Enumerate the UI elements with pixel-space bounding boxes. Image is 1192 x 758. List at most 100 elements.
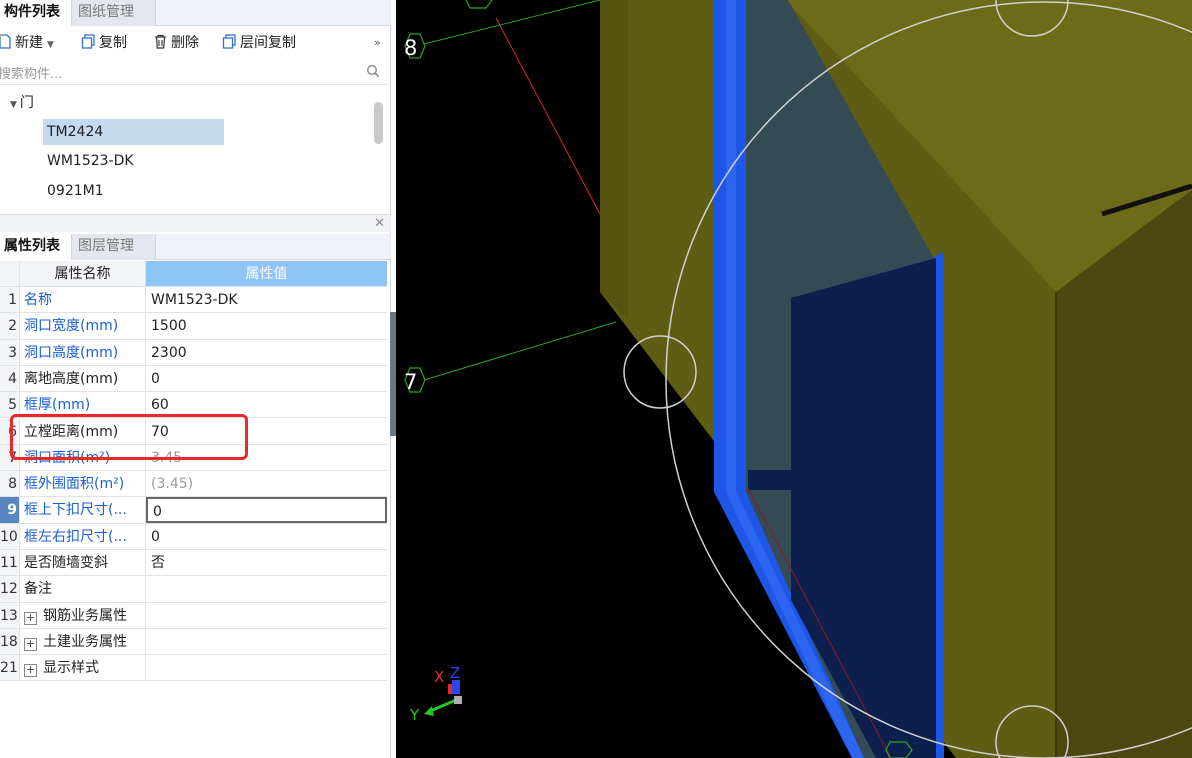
property-row[interactable]: 1 名称 WM1523-DK [0,287,387,314]
floor-copy-icon [222,34,236,49]
property-value[interactable]: (3.45) [146,471,387,496]
expand-plus-icon[interactable]: + [24,611,37,625]
row-number: 1 [0,287,20,313]
property-name: 是否随墙变斜 [20,550,146,576]
axis-y-label: Y [409,706,420,724]
tab-property-list[interactable]: 属性列表 [0,234,72,260]
floor-copy-button[interactable]: 层间复制 [222,32,296,54]
new-button[interactable]: 新建 ▼ [0,32,54,54]
property-value[interactable]: WM1523-DK [146,287,387,312]
grid-corner [0,261,20,287]
property-row[interactable]: 10 框左右扣尺寸(... 0 [0,523,387,550]
property-name-text: 土建业务属性 [43,633,127,650]
grid-label-8: 8 [404,36,417,60]
highlight-box [10,414,248,460]
component-tabbar: 构件列表 图纸管理 [0,0,391,26]
trash-icon [155,34,166,49]
tab-drawing-management[interactable]: 图纸管理 [72,0,156,26]
property-name: + 土建业务属性 [20,628,146,655]
property-name: 名称 [20,287,146,313]
property-value[interactable]: 0 [146,524,387,549]
property-name: 备注 [20,576,146,602]
grid-line-7 [423,321,617,381]
property-row[interactable]: 13 + 钢筋业务属性 [0,602,387,629]
property-name: 离地高度(mm) [20,365,146,392]
grid-line-red [495,17,601,215]
search-placeholder: 搜索构件... [0,67,63,82]
property-name-text: 钢筋业务属性 [43,607,127,624]
property-value[interactable] [146,655,387,680]
axis-x-label: X [434,668,444,686]
property-value[interactable]: 否 [146,550,387,575]
caret-down-icon[interactable]: ▼ [10,100,17,110]
search-input[interactable]: 搜索构件... [0,60,388,85]
row-number: 13 [0,602,20,628]
tree-item-wm1523-dk[interactable]: WM1523-DK [43,148,224,174]
property-name-text: 洞口高度(mm) [24,344,119,361]
property-row[interactable]: 4 离地高度(mm) 0 [0,365,387,393]
close-icon[interactable]: ✕ [374,216,385,231]
property-name-text: 框厚(mm) [24,397,91,414]
delete-button[interactable]: 删除 [153,32,199,54]
property-name-text: 框左右扣尺寸(... [24,528,127,545]
property-name: 洞口宽度(mm) [20,313,146,339]
property-row[interactable]: 8 框外围面积(m²) (3.45) [0,471,387,498]
property-name: 框上下扣尺寸(... [20,497,146,523]
row-number: 4 [0,365,20,392]
property-value[interactable]: 2300 [146,340,387,365]
copy-button[interactable]: 复制 [81,32,127,54]
row-number: 8 [0,471,20,497]
property-name-text: 框上下扣尺寸(... [24,502,127,519]
property-value[interactable]: 0 [146,497,387,523]
property-row[interactable]: 11 是否随墙变斜 否 [0,550,387,577]
property-row[interactable]: 21 + 显示样式 [0,655,387,682]
property-value[interactable] [146,576,387,601]
property-name-text: 是否随墙变斜 [24,555,108,571]
double-chevron-right-icon[interactable]: » [374,32,381,54]
panel-splitter[interactable]: ✕ [0,214,391,232]
property-row[interactable]: 9 框上下扣尺寸(... 0 [0,497,387,524]
expand-plus-icon[interactable]: + [24,637,37,651]
tab-layer-management[interactable]: 图层管理 [72,234,156,260]
property-value[interactable] [146,603,387,628]
property-name: 框外围面积(m²) [20,471,146,497]
property-value[interactable] [146,629,387,654]
property-value[interactable]: 1500 [146,313,387,338]
row-number: 2 [0,313,20,339]
header-property-value: 属性值 [146,261,387,287]
property-row[interactable]: 2 洞口宽度(mm) 1500 [0,313,387,340]
tree-scrollbar[interactable] [374,102,383,144]
grid-label-7: 7 [404,370,417,394]
property-name-text: 洞口宽度(mm) [24,318,119,335]
property-value[interactable]: 0 [146,366,387,391]
property-row[interactable]: 18 + 土建业务属性 [0,628,387,656]
tree-group-door[interactable]: ▼ 门 [10,92,34,112]
property-name-text: 名称 [24,292,52,308]
expand-plus-icon[interactable]: + [24,664,37,678]
property-name-text: 框外围面积(m²) [24,476,125,493]
tree-item-0921m1[interactable]: 0921M1 [43,178,224,204]
property-name: 洞口高度(mm) [20,339,146,365]
viewport-scene: 8 7 X Z Y [404,0,1192,758]
row-number: 3 [0,339,20,365]
search-icon[interactable] [366,64,380,78]
chevron-down-icon[interactable]: ▼ [47,40,54,50]
property-row[interactable]: 3 洞口高度(mm) 2300 [0,339,387,366]
tab-component-list[interactable]: 构件列表 [0,0,72,26]
row-number: 9 [0,497,20,523]
new-document-icon [0,34,11,49]
tree-group-label: 门 [19,95,34,111]
property-name: + 显示样式 [20,655,146,681]
property-name-text: 备注 [24,581,52,598]
row-number: 18 [0,628,20,655]
wall-left-face [600,0,628,320]
floor-copy-label: 层间复制 [240,35,296,51]
axis-gizmo: X Z Y [409,664,462,724]
property-row[interactable]: 12 备注 [0,576,387,603]
tree-item-tm2424[interactable]: TM2424 [43,119,224,145]
new-label: 新建 [15,35,43,51]
delete-label: 删除 [171,35,199,51]
3d-viewport[interactable]: 8 7 X Z Y [396,0,1192,758]
row-number: 21 [0,655,20,681]
component-toolbar: 新建 ▼ 复制 删除 层间复制 » [0,28,391,58]
